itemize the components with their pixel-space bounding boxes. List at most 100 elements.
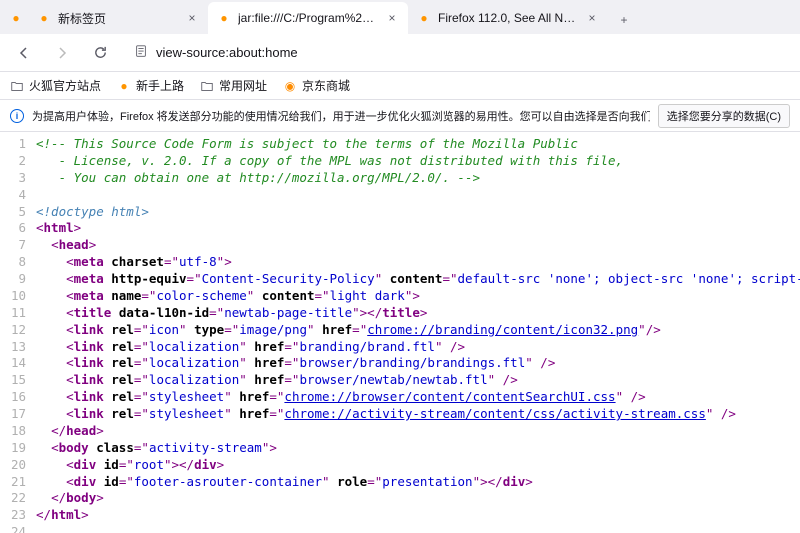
source-line: 4 <box>0 187 800 204</box>
firefox-icon: ● <box>36 10 52 26</box>
line-number: 10 <box>0 288 36 305</box>
tab-title: 新标签页 <box>58 10 178 27</box>
line-number: 18 <box>0 423 36 440</box>
source-line: 8 <meta charset="utf-8"> <box>0 254 800 271</box>
line-code[interactable]: <link rel="localization" href="browser/b… <box>36 355 800 372</box>
line-code[interactable]: </body> <box>36 490 800 507</box>
line-code[interactable]: <div id="footer-asrouter-container" role… <box>36 474 800 491</box>
tab-title: jar:file:///C:/Program%20Files/M <box>238 11 378 25</box>
bookmarks-bar: 火狐官方站点 ●新手上路 常用网址 ◉京东商城 <box>0 72 800 100</box>
line-number: 6 <box>0 220 36 237</box>
url-text: view-source:about:home <box>156 45 298 60</box>
source-line: 19 <body class="activity-stream"> <box>0 440 800 457</box>
line-code[interactable]: <!doctype html> <box>36 204 800 221</box>
source-line: 6<html> <box>0 220 800 237</box>
line-code[interactable]: <title data-l10n-id="newtab-page-title">… <box>36 305 800 322</box>
line-code[interactable]: <head> <box>36 237 800 254</box>
line-number: 22 <box>0 490 36 507</box>
tab-1[interactable]: ● jar:file:///C:/Program%20Files/M × <box>208 2 408 34</box>
line-number: 8 <box>0 254 36 271</box>
line-number: 16 <box>0 389 36 406</box>
line-number: 19 <box>0 440 36 457</box>
info-message: 为提高用户体验，Firefox 将发送部分功能的使用情况给我们，用于进一步优化火… <box>32 108 650 124</box>
line-code[interactable]: <link rel="localization" href="branding/… <box>36 339 800 356</box>
folder-icon <box>200 79 214 93</box>
tab-title: Firefox 112.0, See All New Fea <box>438 11 578 25</box>
close-icon[interactable]: × <box>184 10 200 26</box>
firefox-icon: ● <box>416 10 432 26</box>
source-line: 24 <box>0 524 800 533</box>
line-number: 15 <box>0 372 36 389</box>
info-icon: i <box>10 109 24 123</box>
source-line: 15 <link rel="localization" href="browse… <box>0 372 800 389</box>
bookmark-label: 火狐官方站点 <box>29 77 101 94</box>
reload-button[interactable] <box>86 39 114 67</box>
line-code[interactable]: <!-- This Source Code Form is subject to… <box>36 136 800 153</box>
line-number: 21 <box>0 474 36 491</box>
line-code[interactable]: <body class="activity-stream"> <box>36 440 800 457</box>
tab-2[interactable]: ● Firefox 112.0, See All New Fea × <box>408 2 608 34</box>
source-line: 5<!doctype html> <box>0 204 800 221</box>
source-line: 11 <title data-l10n-id="newtab-page-titl… <box>0 305 800 322</box>
line-code[interactable]: <link rel="stylesheet" href="chrome://br… <box>36 389 800 406</box>
new-tab-button[interactable]: + <box>610 6 638 34</box>
line-code[interactable]: </head> <box>36 423 800 440</box>
line-number: 2 <box>0 153 36 170</box>
bookmark-label: 新手上路 <box>136 77 184 94</box>
bookmark-label: 常用网址 <box>219 77 267 94</box>
source-line: 13 <link rel="localization" href="brandi… <box>0 339 800 356</box>
forward-button[interactable] <box>48 39 76 67</box>
firefox-icon: ● <box>216 10 232 26</box>
line-number: 7 <box>0 237 36 254</box>
close-icon[interactable]: × <box>584 10 600 26</box>
line-number: 5 <box>0 204 36 221</box>
line-number: 4 <box>0 187 36 204</box>
source-line: 7 <head> <box>0 237 800 254</box>
line-number: 3 <box>0 170 36 187</box>
source-line: 12 <link rel="icon" type="image/png" hre… <box>0 322 800 339</box>
tab-0[interactable]: ● 新标签页 × <box>28 2 208 34</box>
source-line: 18 </head> <box>0 423 800 440</box>
bookmark-1[interactable]: ●新手上路 <box>117 77 184 94</box>
line-number: 1 <box>0 136 36 153</box>
source-line: 20 <div id="root"></div> <box>0 457 800 474</box>
source-line: 2 - License, v. 2.0. If a copy of the MP… <box>0 153 800 170</box>
bookmark-0[interactable]: 火狐官方站点 <box>10 77 101 94</box>
line-code[interactable]: <meta name="color-scheme" content="light… <box>36 288 800 305</box>
line-code[interactable]: <link rel="icon" type="image/png" href="… <box>36 322 800 339</box>
source-line: 3 - You can obtain one at http://mozilla… <box>0 170 800 187</box>
line-code[interactable]: <html> <box>36 220 800 237</box>
back-button[interactable] <box>10 39 38 67</box>
line-number: 14 <box>0 355 36 372</box>
line-number: 20 <box>0 457 36 474</box>
line-code[interactable]: - License, v. 2.0. If a copy of the MPL … <box>36 153 800 170</box>
source-line: 14 <link rel="localization" href="browse… <box>0 355 800 372</box>
folder-icon <box>10 79 24 93</box>
close-icon[interactable]: × <box>384 10 400 26</box>
line-number: 11 <box>0 305 36 322</box>
line-code[interactable] <box>36 187 800 204</box>
bookmark-2[interactable]: 常用网址 <box>200 77 267 94</box>
line-number: 23 <box>0 507 36 524</box>
line-number: 12 <box>0 322 36 339</box>
line-code[interactable] <box>36 524 800 533</box>
source-line: 1<!-- This Source Code Form is subject t… <box>0 136 800 153</box>
line-code[interactable]: <meta charset="utf-8"> <box>36 254 800 271</box>
bookmark-3[interactable]: ◉京东商城 <box>283 77 350 94</box>
source-line: 22 </body> <box>0 490 800 507</box>
line-number: 9 <box>0 271 36 288</box>
line-code[interactable]: <link rel="localization" href="browser/n… <box>36 372 800 389</box>
line-code[interactable]: <link rel="stylesheet" href="chrome://ac… <box>36 406 800 423</box>
url-bar[interactable]: view-source:about:home <box>124 38 790 68</box>
source-line: 17 <link rel="stylesheet" href="chrome:/… <box>0 406 800 423</box>
firefox-icon: ● <box>4 2 28 34</box>
source-line: 10 <meta name="color-scheme" content="li… <box>0 288 800 305</box>
info-choose-button[interactable]: 选择您要分享的数据(C) <box>658 104 790 128</box>
source-line: 16 <link rel="stylesheet" href="chrome:/… <box>0 389 800 406</box>
line-code[interactable]: <div id="root"></div> <box>36 457 800 474</box>
line-number: 13 <box>0 339 36 356</box>
line-code[interactable]: <meta http-equiv="Content-Security-Polic… <box>36 271 800 288</box>
line-code[interactable]: - You can obtain one at http://mozilla.o… <box>36 170 800 187</box>
line-code[interactable]: </html> <box>36 507 800 524</box>
source-view[interactable]: 1<!-- This Source Code Form is subject t… <box>0 132 800 533</box>
